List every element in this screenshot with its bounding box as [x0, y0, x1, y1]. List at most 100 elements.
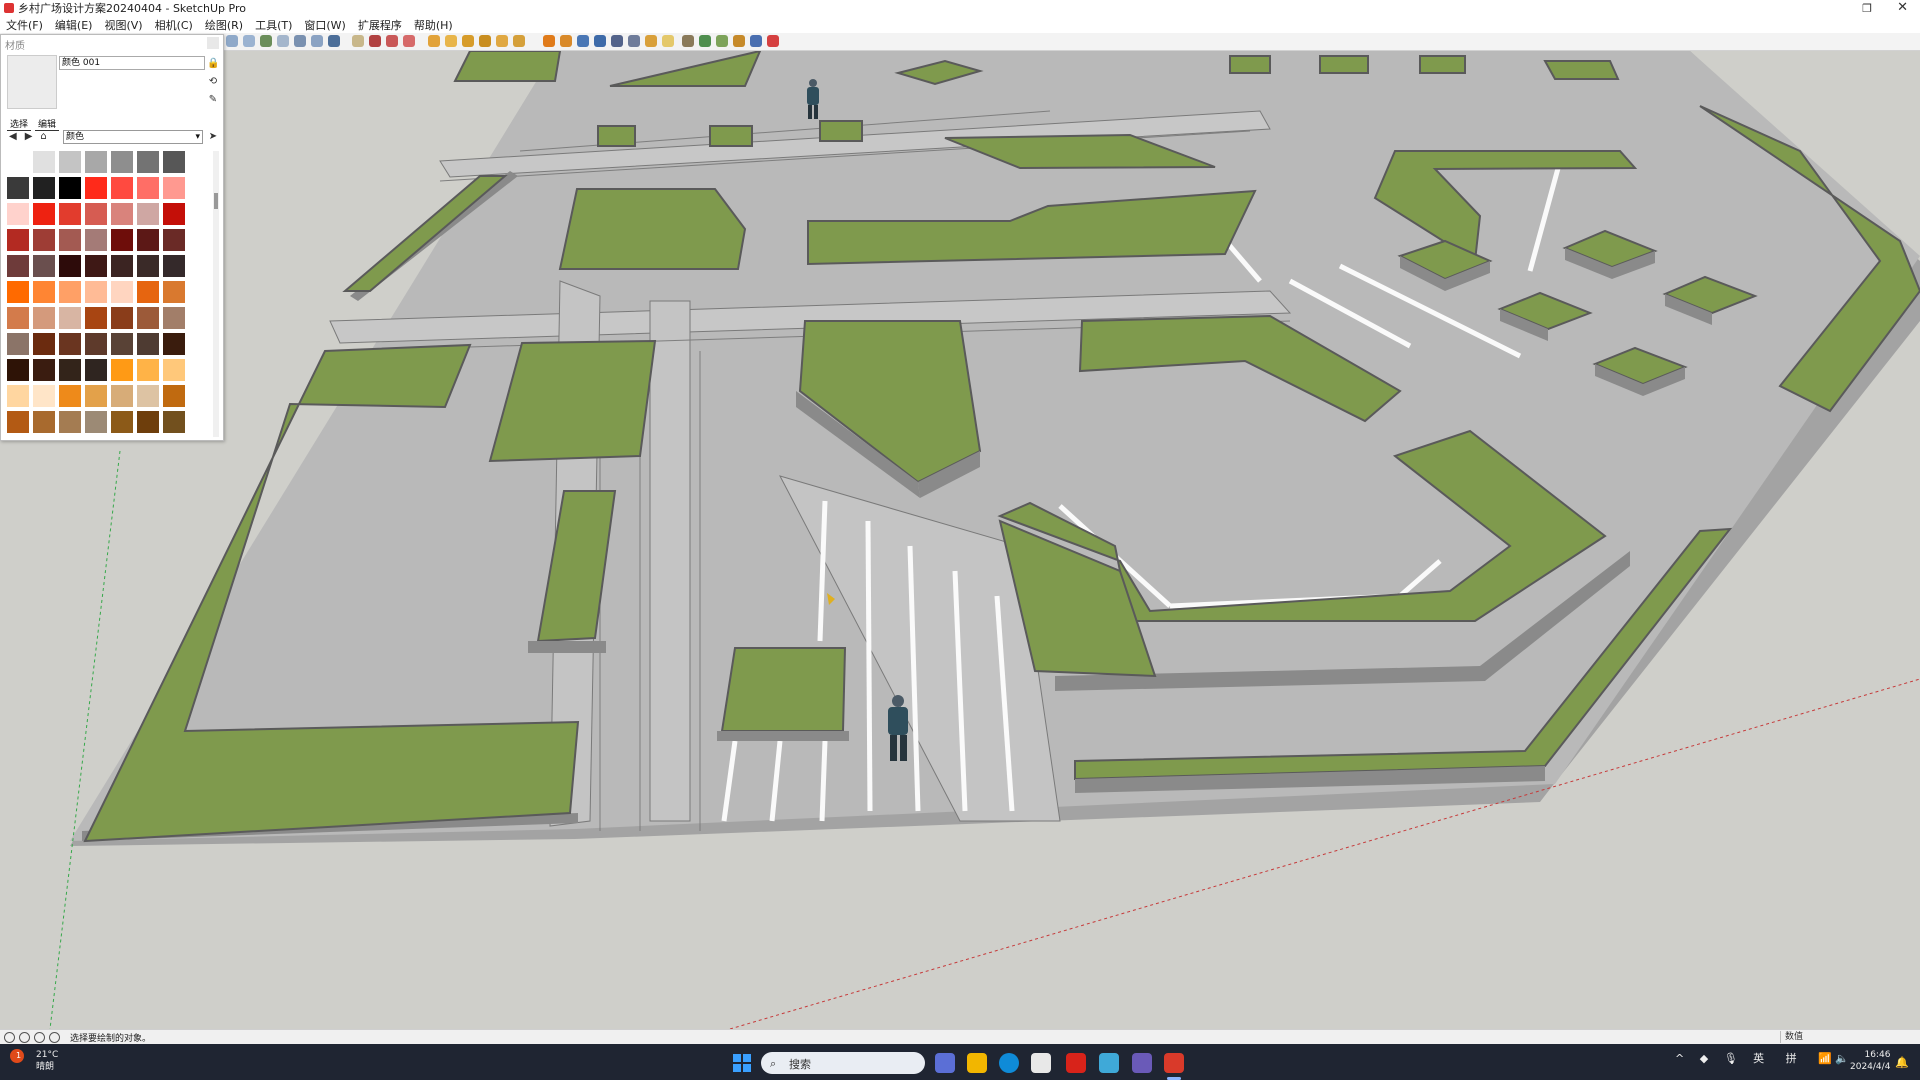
zoom-window-icon[interactable] [277, 35, 289, 47]
color-swatch[interactable] [137, 255, 159, 277]
move-tool-icon[interactable] [496, 35, 508, 47]
color-swatch[interactable] [33, 151, 55, 173]
menu-draw[interactable]: 绘图(R) [199, 17, 249, 33]
photos-app-icon[interactable] [1132, 1053, 1152, 1073]
color-swatch[interactable] [111, 255, 133, 277]
view-icon-6[interactable] [767, 35, 779, 47]
color-swatch[interactable] [7, 255, 29, 277]
menu-help[interactable]: 帮助(H) [408, 17, 459, 33]
color-swatch[interactable] [7, 359, 29, 381]
component-icon[interactable] [386, 35, 398, 47]
color-swatch[interactable] [33, 307, 55, 329]
back-arrow-icon[interactable]: ◀ [9, 131, 17, 142]
library-select[interactable]: 颜色 ▾ [63, 130, 203, 144]
color-swatch[interactable] [7, 203, 29, 225]
view-icon-2[interactable] [699, 35, 711, 47]
color-swatch[interactable] [85, 281, 107, 303]
warehouse-icon[interactable] [403, 35, 415, 47]
view-icon-1[interactable] [682, 35, 694, 47]
menu-camera[interactable]: 相机(C) [149, 17, 199, 33]
push-pull-icon[interactable] [479, 35, 491, 47]
start-button[interactable] [733, 1054, 751, 1072]
sketchup-taskbar-icon[interactable] [1164, 1053, 1184, 1073]
measurements-box[interactable]: 数值 [1780, 1031, 1920, 1043]
pan-icon[interactable] [243, 35, 255, 47]
close-window-icon[interactable]: ✕ [1897, 0, 1908, 15]
tray-overflow-icon[interactable]: ^ [1675, 1052, 1684, 1065]
color-swatch[interactable] [163, 385, 185, 407]
lock-icon[interactable]: 🔒 [207, 58, 219, 70]
style-icon-1[interactable] [543, 35, 555, 47]
color-swatch[interactable] [137, 359, 159, 381]
material-preview-swatch[interactable] [7, 55, 57, 109]
style-icon-6[interactable] [628, 35, 640, 47]
style-icon-7[interactable] [645, 35, 657, 47]
details-arrow-icon[interactable]: ➤ [207, 131, 219, 143]
color-swatch[interactable] [163, 333, 185, 355]
color-swatch[interactable] [85, 177, 107, 199]
home-icon[interactable]: ⌂ [40, 131, 46, 142]
ime-mode[interactable]: 拼 [1786, 1052, 1797, 1065]
color-swatch[interactable] [111, 151, 133, 173]
menu-file[interactable]: 文件(F) [0, 17, 49, 33]
notification-bell-icon[interactable]: 🔔 [1895, 1056, 1909, 1069]
color-swatch[interactable] [59, 385, 81, 407]
color-swatch[interactable] [85, 333, 107, 355]
color-swatch[interactable] [7, 333, 29, 355]
menu-tools[interactable]: 工具(T) [249, 17, 298, 33]
view-icon-4[interactable] [733, 35, 745, 47]
menu-view[interactable]: 视图(V) [98, 17, 148, 33]
network-volume-icon[interactable]: 📶 🔈 [1818, 1052, 1849, 1065]
panel-close-icon[interactable] [207, 37, 219, 49]
color-swatch[interactable] [163, 359, 185, 381]
line-tool-icon[interactable] [428, 35, 440, 47]
image-app-icon[interactable] [1099, 1053, 1119, 1073]
security-shield-icon[interactable]: ◆ [1700, 1052, 1708, 1065]
color-swatch[interactable] [33, 177, 55, 199]
color-swatch[interactable] [111, 307, 133, 329]
edge-browser-icon[interactable] [999, 1053, 1019, 1073]
style-icon-8[interactable] [662, 35, 674, 47]
color-swatch[interactable] [137, 411, 159, 433]
color-swatch[interactable] [137, 229, 159, 251]
color-swatch[interactable] [163, 229, 185, 251]
ime-language[interactable]: 英 [1753, 1052, 1764, 1065]
reset-icon[interactable]: ⟲ [207, 76, 219, 88]
style-icon-5[interactable] [611, 35, 623, 47]
color-swatch[interactable] [85, 385, 107, 407]
color-swatch[interactable] [163, 203, 185, 225]
color-swatch[interactable] [163, 151, 185, 173]
color-swatch[interactable] [137, 307, 159, 329]
color-swatch[interactable] [137, 177, 159, 199]
zoom-icon[interactable] [260, 35, 272, 47]
position-camera-icon[interactable] [328, 35, 340, 47]
color-swatch[interactable] [85, 203, 107, 225]
color-swatch[interactable] [85, 359, 107, 381]
color-swatch[interactable] [85, 307, 107, 329]
menu-window[interactable]: 窗口(W) [298, 17, 351, 33]
menu-extensions[interactable]: 扩展程序 [352, 17, 408, 33]
color-swatch[interactable] [85, 411, 107, 433]
orbit-icon[interactable] [226, 35, 238, 47]
color-swatch[interactable] [33, 359, 55, 381]
style-icon-2[interactable] [560, 35, 572, 47]
color-swatch[interactable] [111, 411, 133, 433]
color-swatch[interactable] [85, 255, 107, 277]
color-swatch[interactable] [59, 255, 81, 277]
color-swatch[interactable] [163, 255, 185, 277]
color-swatch[interactable] [33, 255, 55, 277]
geolocation-icon[interactable] [4, 1032, 15, 1043]
rotate-tool-icon[interactable] [513, 35, 525, 47]
acrobat-app-icon[interactable] [1066, 1053, 1086, 1073]
arc-tool-icon[interactable] [445, 35, 457, 47]
help-icon[interactable] [49, 1032, 60, 1043]
color-swatch[interactable] [163, 307, 185, 329]
color-swatch[interactable] [7, 177, 29, 199]
zoom-extents-icon[interactable] [294, 35, 306, 47]
color-swatch[interactable] [7, 151, 29, 173]
file-explorer-icon[interactable] [967, 1053, 987, 1073]
color-swatch[interactable] [163, 177, 185, 199]
microphone-icon[interactable]: 🎙 [1724, 1052, 1738, 1065]
previous-view-icon[interactable] [311, 35, 323, 47]
color-swatch[interactable] [137, 385, 159, 407]
